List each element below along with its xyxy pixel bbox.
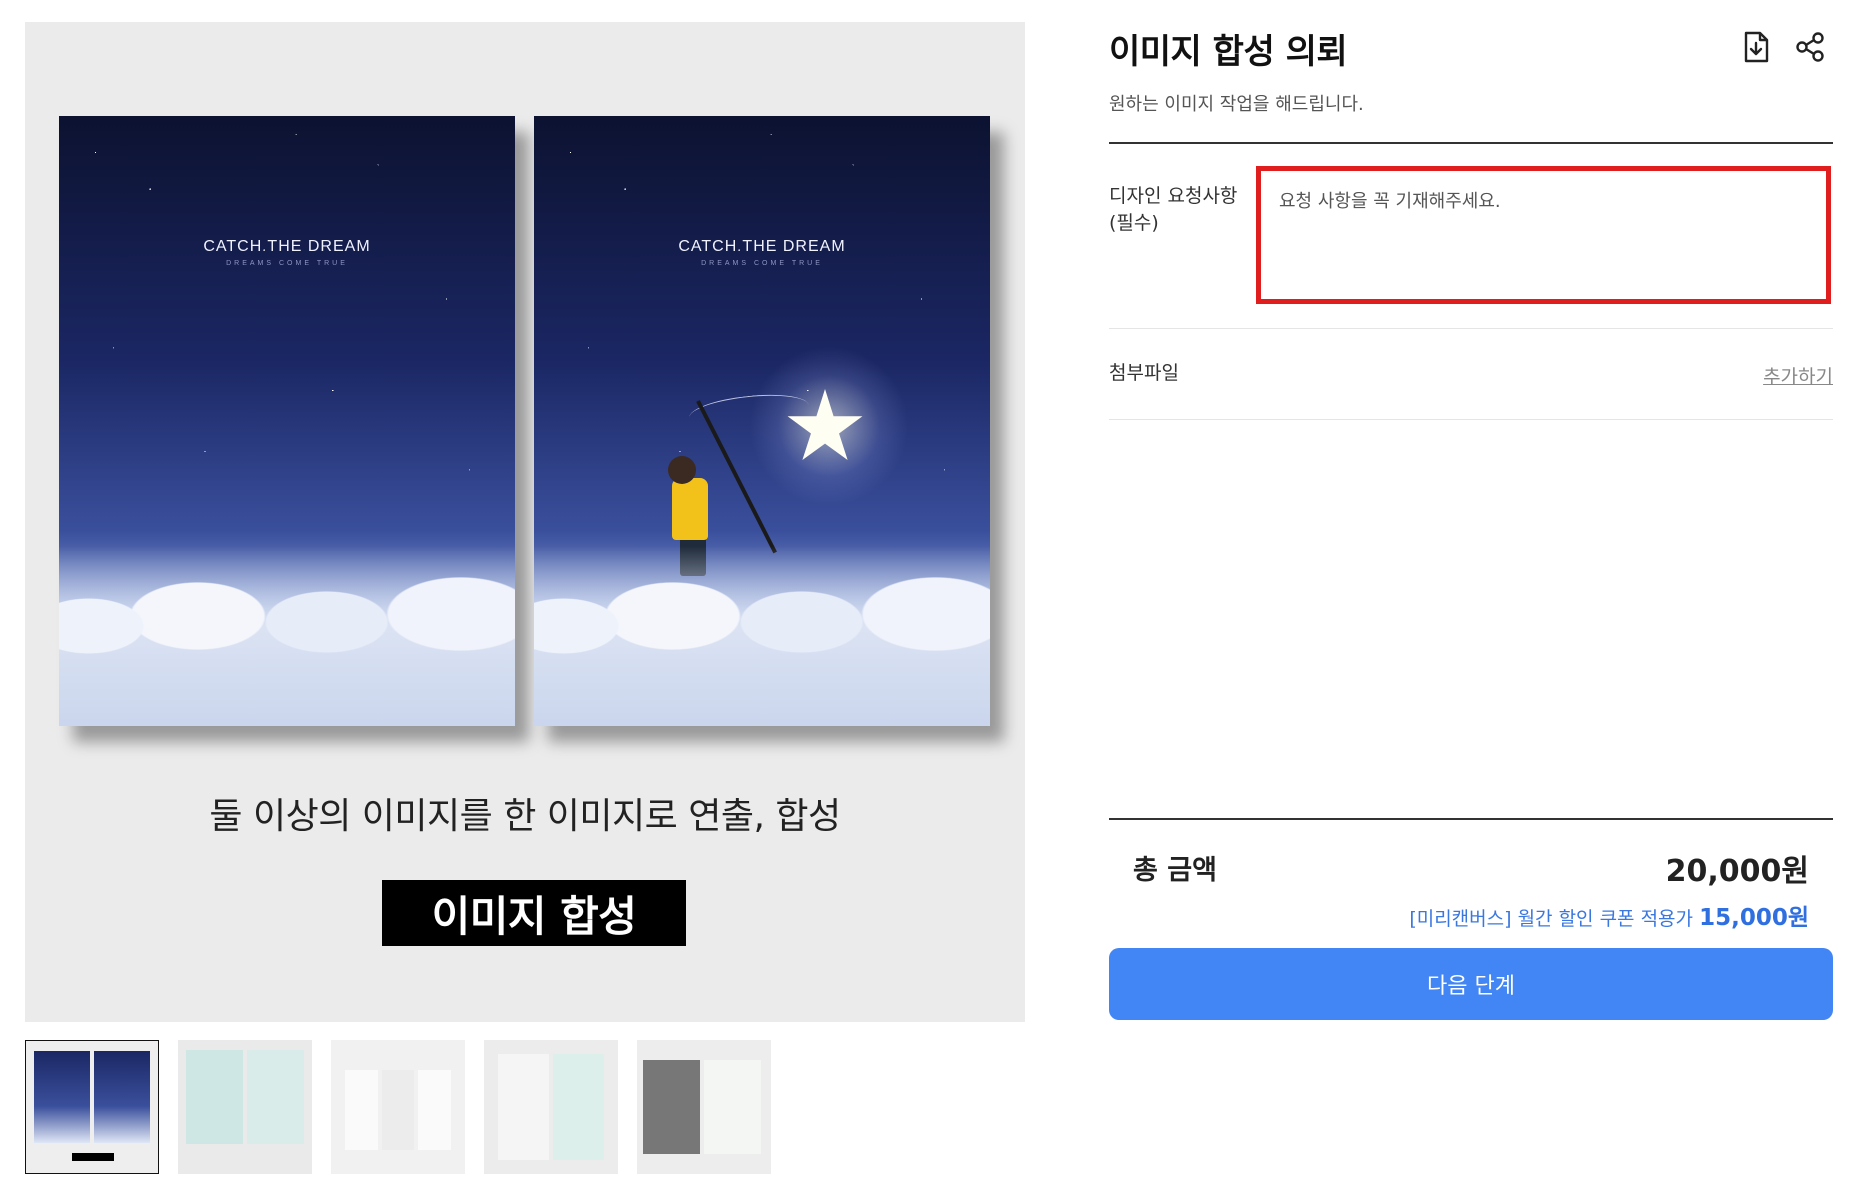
design-request-textarea[interactable] xyxy=(1256,166,1831,304)
design-request-label: 디자인 요청사항 (필수) xyxy=(1109,185,1238,234)
divider xyxy=(1109,419,1833,420)
coupon-price-note: [미리캔버스] 월간 할인 쿠폰 적용가 15,000원 xyxy=(1409,898,1809,932)
thumbnail-3[interactable] xyxy=(331,1040,465,1174)
thumbnail-4[interactable] xyxy=(484,1040,618,1174)
divider xyxy=(1109,328,1833,329)
share-icon[interactable] xyxy=(1793,30,1827,64)
divider xyxy=(1109,818,1833,820)
total-label: 총 금액 xyxy=(1133,855,1217,886)
boy-figure xyxy=(672,478,708,540)
poster-subtitle: DREAMS COME TRUE xyxy=(701,260,823,267)
image-caption: 둘 이상의 이미지를 한 이미지로 연출, 합성 xyxy=(209,796,841,837)
thumbnail-5[interactable] xyxy=(637,1040,771,1174)
divider xyxy=(1109,142,1833,144)
poster-subtitle: DREAMS COME TRUE xyxy=(226,260,348,267)
product-main-image: CATCH THE DREAM DREAMS COME TRUE CATCH T… xyxy=(25,22,1025,1022)
poster-title: CATCH THE DREAM xyxy=(203,238,371,255)
thumbnail-2[interactable] xyxy=(178,1040,312,1174)
thumbnail-1[interactable] xyxy=(25,1040,159,1174)
coupon-text: [미리캔버스] 월간 할인 쿠폰 적용가 xyxy=(1409,908,1694,930)
attachment-label: 첨부파일 xyxy=(1109,362,1179,384)
coupon-price: 15,000원 xyxy=(1699,905,1809,931)
product-title: 이미지 합성 의뢰 xyxy=(1109,32,1348,72)
poster-left: CATCH THE DREAM DREAMS COME TRUE xyxy=(59,116,515,726)
poster-right: CATCH THE DREAM DREAMS COME TRUE xyxy=(534,116,990,726)
poster-title: CATCH THE DREAM xyxy=(678,238,846,255)
image-caption-box: 이미지 합성 xyxy=(382,880,686,946)
clouds xyxy=(534,546,990,726)
product-subtitle: 원하는 이미지 작업을 해드립니다. xyxy=(1109,94,1364,115)
add-attachment-link[interactable]: 추가하기 xyxy=(1763,362,1833,389)
download-file-icon[interactable] xyxy=(1739,30,1773,64)
total-value: 20,000원 xyxy=(1665,854,1809,889)
boy-figure-head xyxy=(668,456,696,484)
clouds xyxy=(59,546,515,726)
next-step-button[interactable]: 다음 단계 xyxy=(1109,948,1833,1020)
